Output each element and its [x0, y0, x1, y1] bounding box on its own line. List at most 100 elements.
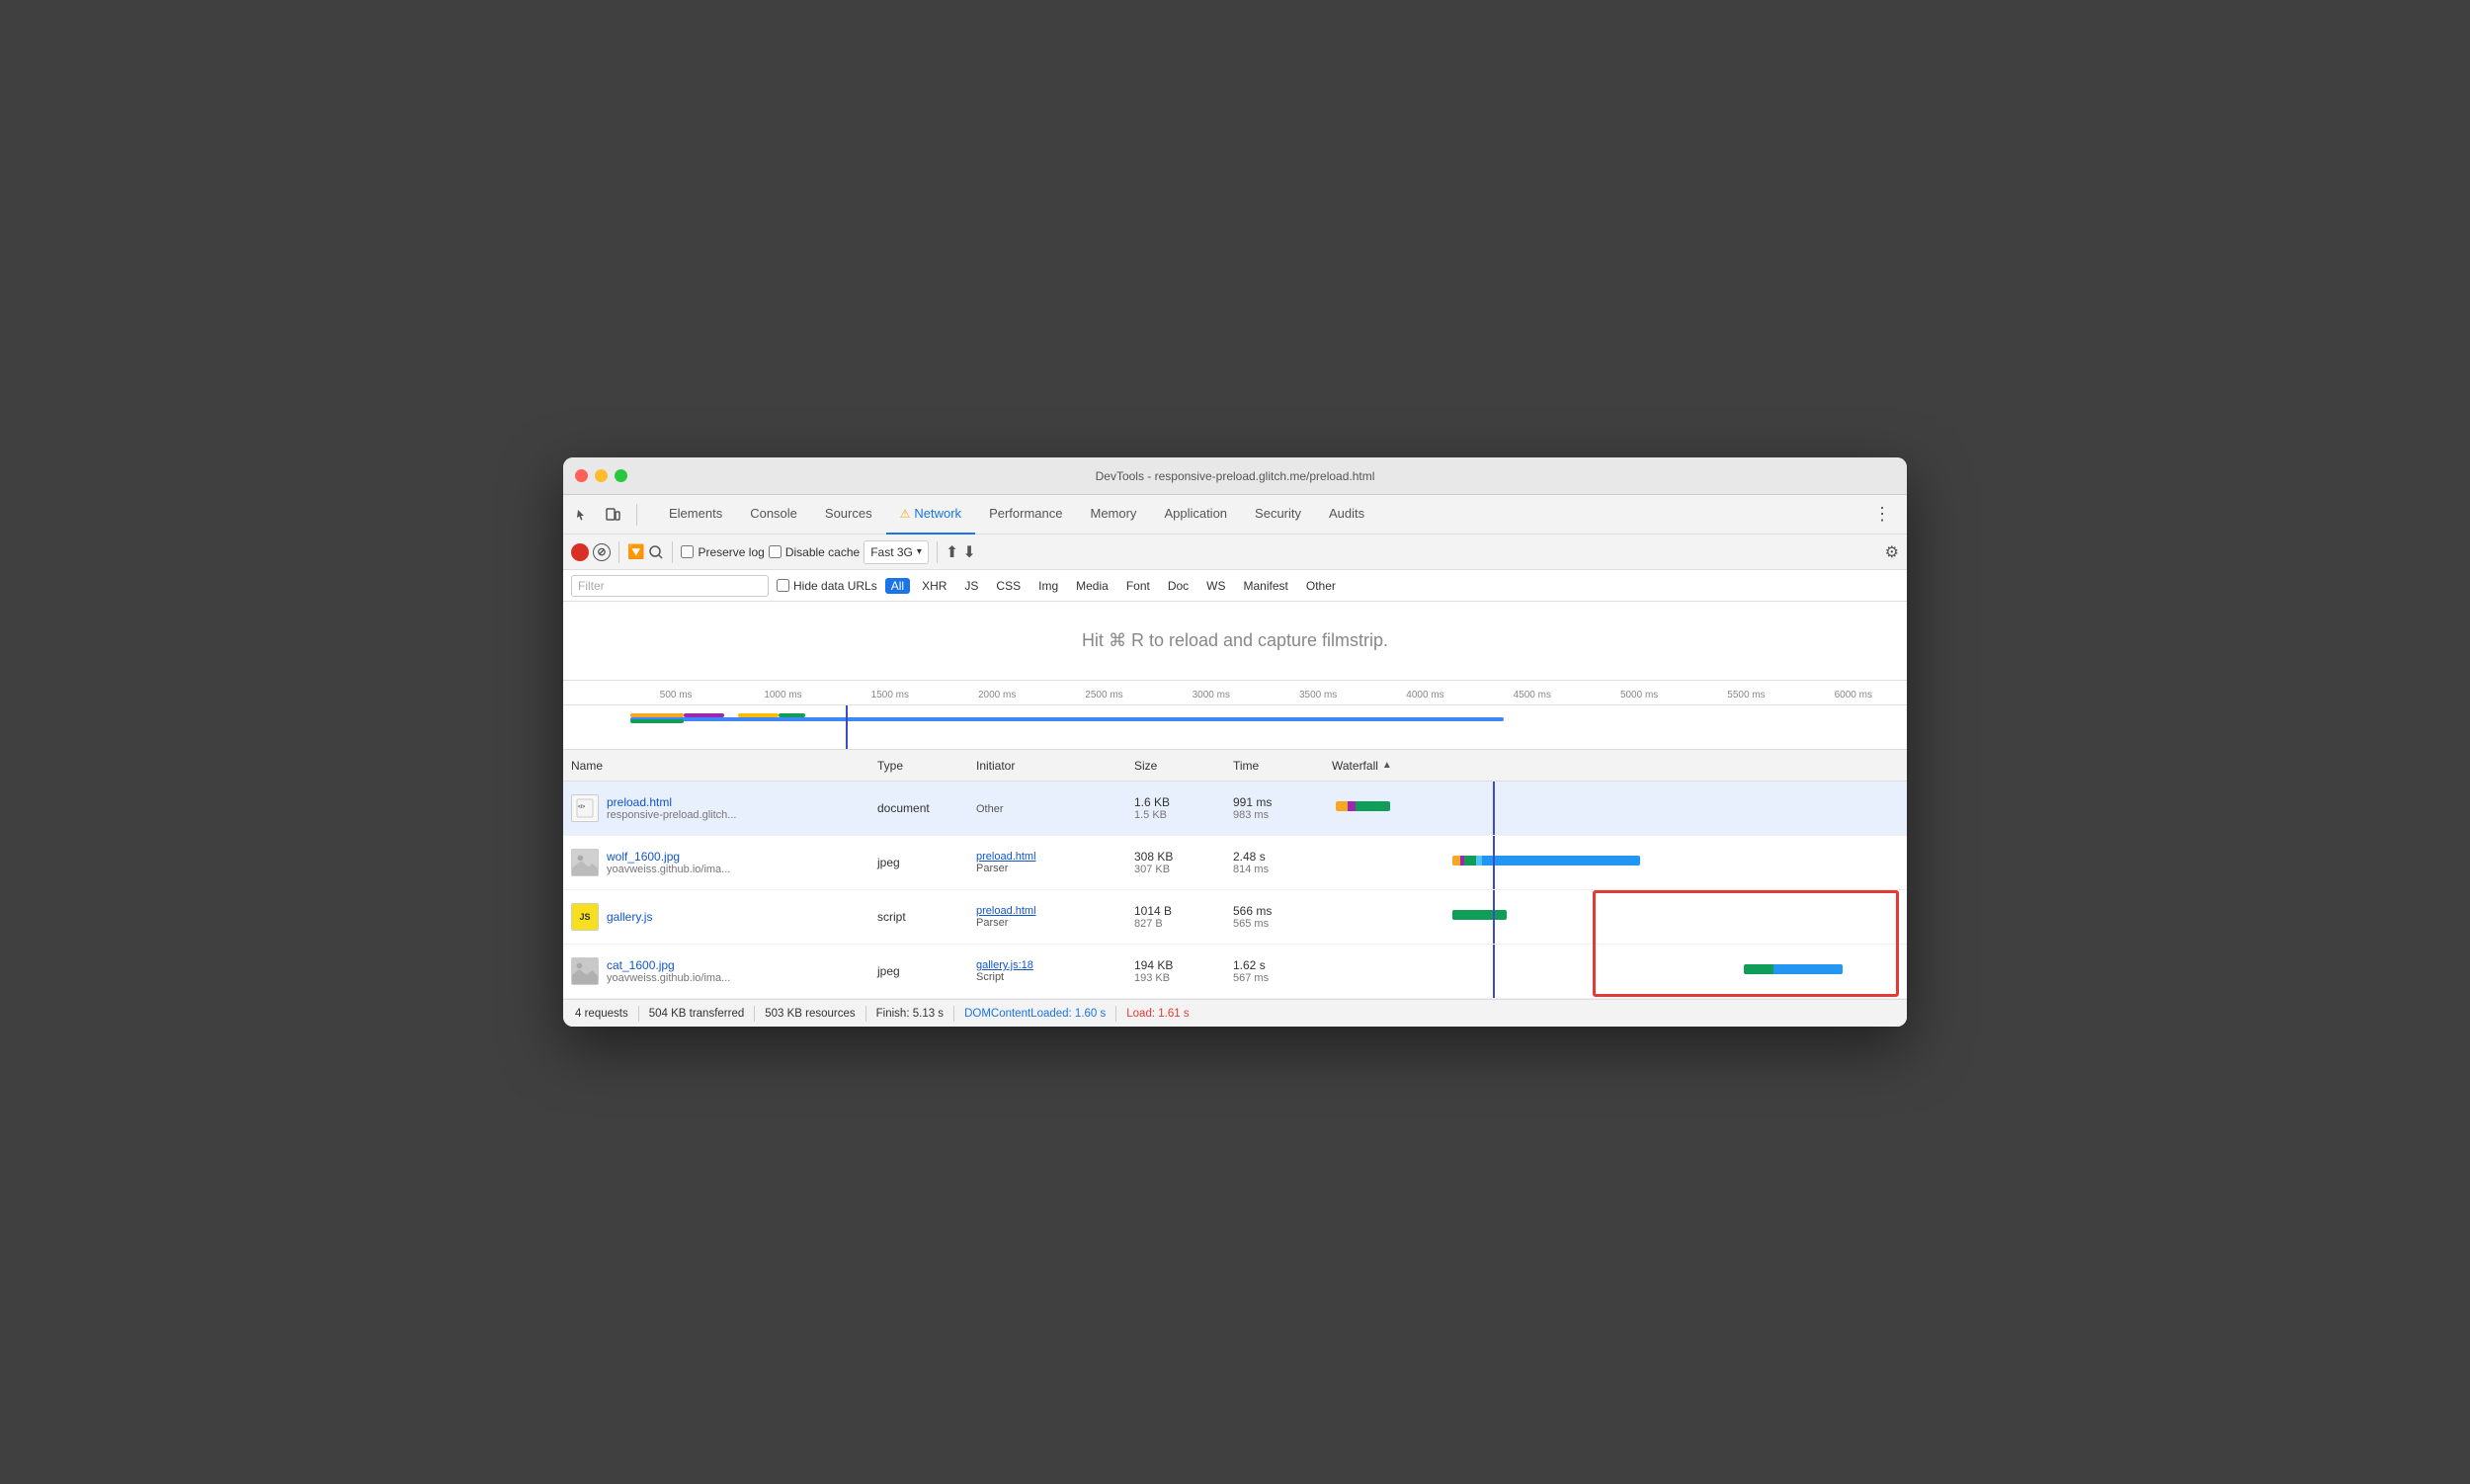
preserve-log-checkbox[interactable]: Preserve log [681, 545, 764, 559]
warning-icon: ⚠ [900, 507, 911, 521]
settings-icon[interactable]: ⚙ [1885, 542, 1899, 562]
cell-time-2: 566 ms 565 ms [1225, 900, 1324, 934]
record-button[interactable] [571, 543, 589, 561]
tab-application[interactable]: Application [1150, 495, 1241, 535]
tab-memory[interactable]: Memory [1076, 495, 1150, 535]
toolbar-divider [636, 504, 637, 526]
search-icon[interactable] [648, 544, 664, 560]
cell-type-0: document [869, 797, 968, 819]
ruler-mark-3000: 3000 ms [1158, 690, 1265, 701]
filter-tag-all[interactable]: All [885, 578, 910, 594]
th-waterfall[interactable]: Waterfall ▲ [1324, 759, 1907, 773]
ruler-mark-5000: 5000 ms [1586, 690, 1692, 701]
cell-initiator-2: preload.html Parser [968, 901, 1126, 933]
export-icon[interactable]: ⬇ [962, 542, 975, 562]
finish-time: Finish: 5.13 s [876, 1008, 944, 1020]
toolbar-divider-4 [937, 541, 938, 563]
th-type[interactable]: Type [869, 759, 968, 773]
ruler-mark-1000: 1000 ms [729, 690, 836, 701]
file-name-1: wolf_1600.jpg [607, 850, 730, 864]
filter-tag-media[interactable]: Media [1070, 578, 1114, 594]
table-row[interactable]: wolf_1600.jpg yoavweiss.github.io/ima...… [563, 836, 1907, 890]
minimize-button[interactable] [595, 469, 608, 482]
status-sep-1 [638, 1006, 639, 1022]
table-row[interactable]: </> preload.html responsive-preload.glit… [563, 782, 1907, 836]
file-url-1: yoavweiss.github.io/ima... [607, 864, 730, 875]
hide-data-urls-checkbox[interactable]: Hide data URLs [777, 579, 877, 593]
import-icon[interactable]: ⬆ [946, 542, 958, 562]
traffic-lights [575, 469, 627, 482]
throttle-select[interactable]: Fast 3G ▾ [864, 540, 929, 564]
table-row[interactable]: JS gallery.js script preload.html Parser… [563, 890, 1907, 945]
th-time[interactable]: Time [1225, 759, 1324, 773]
browser-window: DevTools - responsive-preload.glitch.me/… [563, 457, 1907, 1027]
timeline-bar-green2 [738, 713, 779, 717]
filter-input[interactable] [571, 575, 769, 597]
filter-tag-xhr[interactable]: XHR [916, 578, 952, 594]
cell-waterfall-3 [1324, 945, 1907, 998]
filter-tag-css[interactable]: CSS [990, 578, 1027, 594]
tab-sources[interactable]: Sources [811, 495, 886, 535]
cell-type-3: jpeg [869, 960, 968, 982]
tab-console[interactable]: Console [736, 495, 811, 535]
ruler-mark-2000: 2000 ms [944, 690, 1050, 701]
tab-elements[interactable]: Elements [655, 495, 736, 535]
file-name-3: cat_1600.jpg [607, 958, 730, 972]
device-icon[interactable] [601, 503, 624, 527]
maximize-button[interactable] [615, 469, 627, 482]
disable-cache-checkbox[interactable]: Disable cache [769, 545, 860, 559]
cell-size-0: 1.6 KB 1.5 KB [1126, 791, 1225, 825]
table-row[interactable]: cat_1600.jpg yoavweiss.github.io/ima... … [563, 945, 1907, 999]
filter-tag-manifest[interactable]: Manifest [1238, 578, 1294, 594]
tab-audits[interactable]: Audits [1315, 495, 1378, 535]
timeline-marker [846, 705, 848, 750]
ruler-mark-6000: 6000 ms [1800, 690, 1907, 701]
devtools-tabs: Elements Console Sources ⚠ Network Perfo… [655, 495, 1899, 535]
filter-tag-other[interactable]: Other [1300, 578, 1342, 594]
file-icon-html: </> [571, 794, 599, 822]
filter-tag-font[interactable]: Font [1120, 578, 1156, 594]
status-sep-4 [953, 1006, 954, 1022]
filter-tag-ws[interactable]: WS [1200, 578, 1231, 594]
ruler-mark-5500: 5500 ms [1692, 690, 1799, 701]
file-url-3: yoavweiss.github.io/ima... [607, 972, 730, 984]
cursor-icon[interactable] [571, 503, 595, 527]
filter-bar: Hide data URLs All XHR JS CSS Img Media … [563, 570, 1907, 602]
toolbar-divider-2 [618, 541, 619, 563]
cell-size-1: 308 KB 307 KB [1126, 846, 1225, 879]
tab-network[interactable]: ⚠ Network [886, 495, 975, 535]
wf-marker-2 [1493, 890, 1495, 944]
cell-size-2: 1014 B 827 B [1126, 900, 1225, 934]
ruler-mark-4000: 4000 ms [1371, 690, 1478, 701]
wf-marker-3 [1493, 945, 1495, 998]
filter-icon[interactable]: 🔽 [627, 543, 644, 560]
status-sep-3 [865, 1006, 866, 1022]
cell-time-1: 2.48 s 814 ms [1225, 846, 1324, 879]
cell-initiator-1: preload.html Parser [968, 847, 1126, 878]
th-initiator[interactable]: Initiator [968, 759, 1126, 773]
toolbar-icons [571, 503, 643, 527]
th-name[interactable]: Name [563, 759, 869, 773]
toolbar-divider-3 [672, 541, 673, 563]
cell-initiator-0: Other [968, 797, 1126, 819]
timeline-bar-green3 [779, 713, 805, 717]
cell-name-2: JS gallery.js [563, 899, 869, 935]
filter-tags: All XHR JS CSS Img Media Font Doc WS Man… [885, 578, 1342, 594]
load-time: Load: 1.61 s [1126, 1008, 1189, 1020]
wf-marker-1 [1493, 836, 1495, 889]
file-icon-img1 [571, 849, 599, 876]
ruler-mark-4500: 4500 ms [1479, 690, 1586, 701]
filter-tag-js[interactable]: JS [958, 578, 984, 594]
tab-security[interactable]: Security [1241, 495, 1315, 535]
filter-tag-doc[interactable]: Doc [1162, 578, 1194, 594]
more-tabs-button[interactable]: ⋮ [1865, 504, 1899, 525]
file-icon-js: JS [571, 903, 599, 931]
clear-button[interactable]: ⊘ [593, 543, 611, 561]
file-icon-img2 [571, 957, 599, 985]
filter-tag-img[interactable]: Img [1032, 578, 1064, 594]
th-size[interactable]: Size [1126, 759, 1225, 773]
titlebar: DevTools - responsive-preload.glitch.me/… [563, 457, 1907, 495]
close-button[interactable] [575, 469, 588, 482]
ruler-mark-500: 500 ms [622, 690, 729, 701]
tab-performance[interactable]: Performance [975, 495, 1076, 535]
